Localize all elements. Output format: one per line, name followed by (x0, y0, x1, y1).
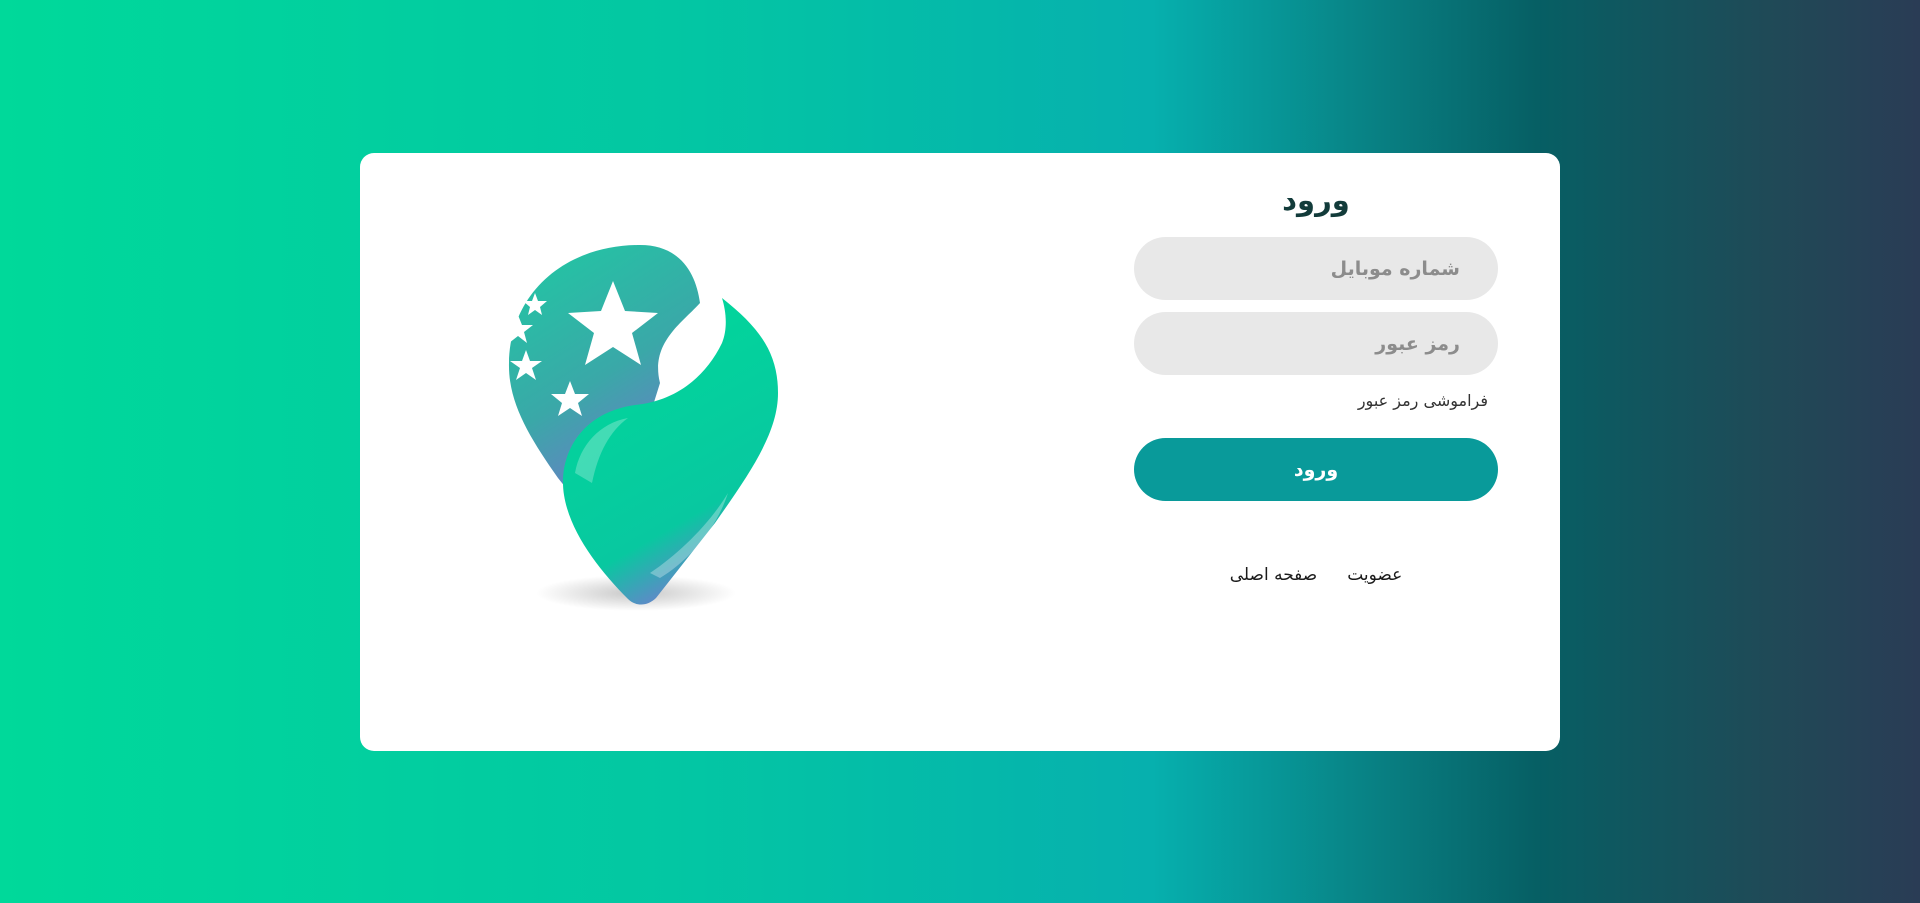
login-form: ورود فراموشی رمز عبور ورود عضویت صفحه اص… (1134, 153, 1498, 585)
footer-links: عضویت صفحه اصلی (1134, 565, 1498, 585)
login-card: ورود فراموشی رمز عبور ورود عضویت صفحه اص… (360, 153, 1560, 751)
password-input[interactable] (1134, 312, 1498, 375)
brand-logo (460, 233, 800, 613)
page-title: ورود (1282, 183, 1350, 217)
mobile-number-input[interactable] (1134, 237, 1498, 300)
login-button[interactable]: ورود (1134, 438, 1498, 501)
register-link[interactable]: عضویت (1347, 565, 1402, 585)
forgot-password-link[interactable]: فراموشی رمز عبور (1134, 389, 1488, 413)
map-pin-star-icon (503, 245, 778, 611)
home-page-link[interactable]: صفحه اصلی (1230, 565, 1317, 585)
